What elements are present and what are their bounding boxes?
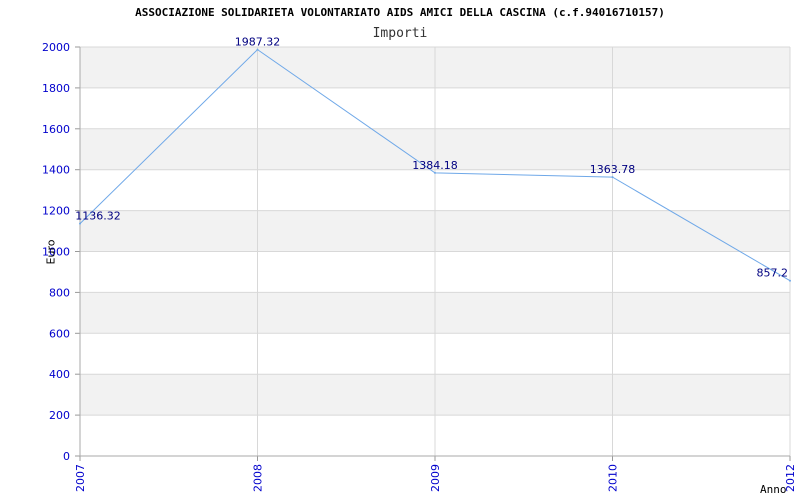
data-point	[789, 279, 791, 282]
y-tick-label: 800	[49, 286, 70, 299]
data-point	[611, 176, 614, 179]
y-tick-label: 1200	[42, 205, 70, 218]
y-tick-label: 400	[49, 368, 70, 381]
data-label: 857.2	[757, 267, 789, 280]
data-point	[79, 222, 81, 225]
y-axis-label: Euro	[44, 239, 58, 265]
data-label: 1363.78	[590, 163, 636, 176]
data-point	[434, 171, 436, 174]
y-tick-label: 600	[49, 327, 70, 340]
x-tick-label: 2010	[607, 464, 620, 492]
y-tick-label: 2000	[42, 41, 70, 54]
data-label: 1136.32	[75, 210, 121, 223]
y-tick-label: 200	[49, 409, 70, 422]
data-point	[256, 48, 259, 51]
data-label: 1987.32	[235, 36, 281, 49]
y-tick-label: 0	[63, 450, 70, 463]
y-tick-label: 1600	[42, 123, 70, 136]
data-label: 1384.18	[412, 159, 458, 172]
x-tick-label: 2007	[74, 464, 87, 492]
y-tick-label: 1800	[42, 82, 70, 95]
x-tick-label: 2009	[429, 464, 442, 492]
y-tick-label: 1400	[42, 164, 70, 177]
x-tick-label: 2008	[252, 464, 265, 492]
x-tick-labels: 2007 2008 2009 2010 2012	[74, 464, 797, 492]
x-axis-label: Anno	[760, 483, 787, 496]
chart-plot: 0200400600800100012001400160018002000 20…	[42, 36, 797, 492]
